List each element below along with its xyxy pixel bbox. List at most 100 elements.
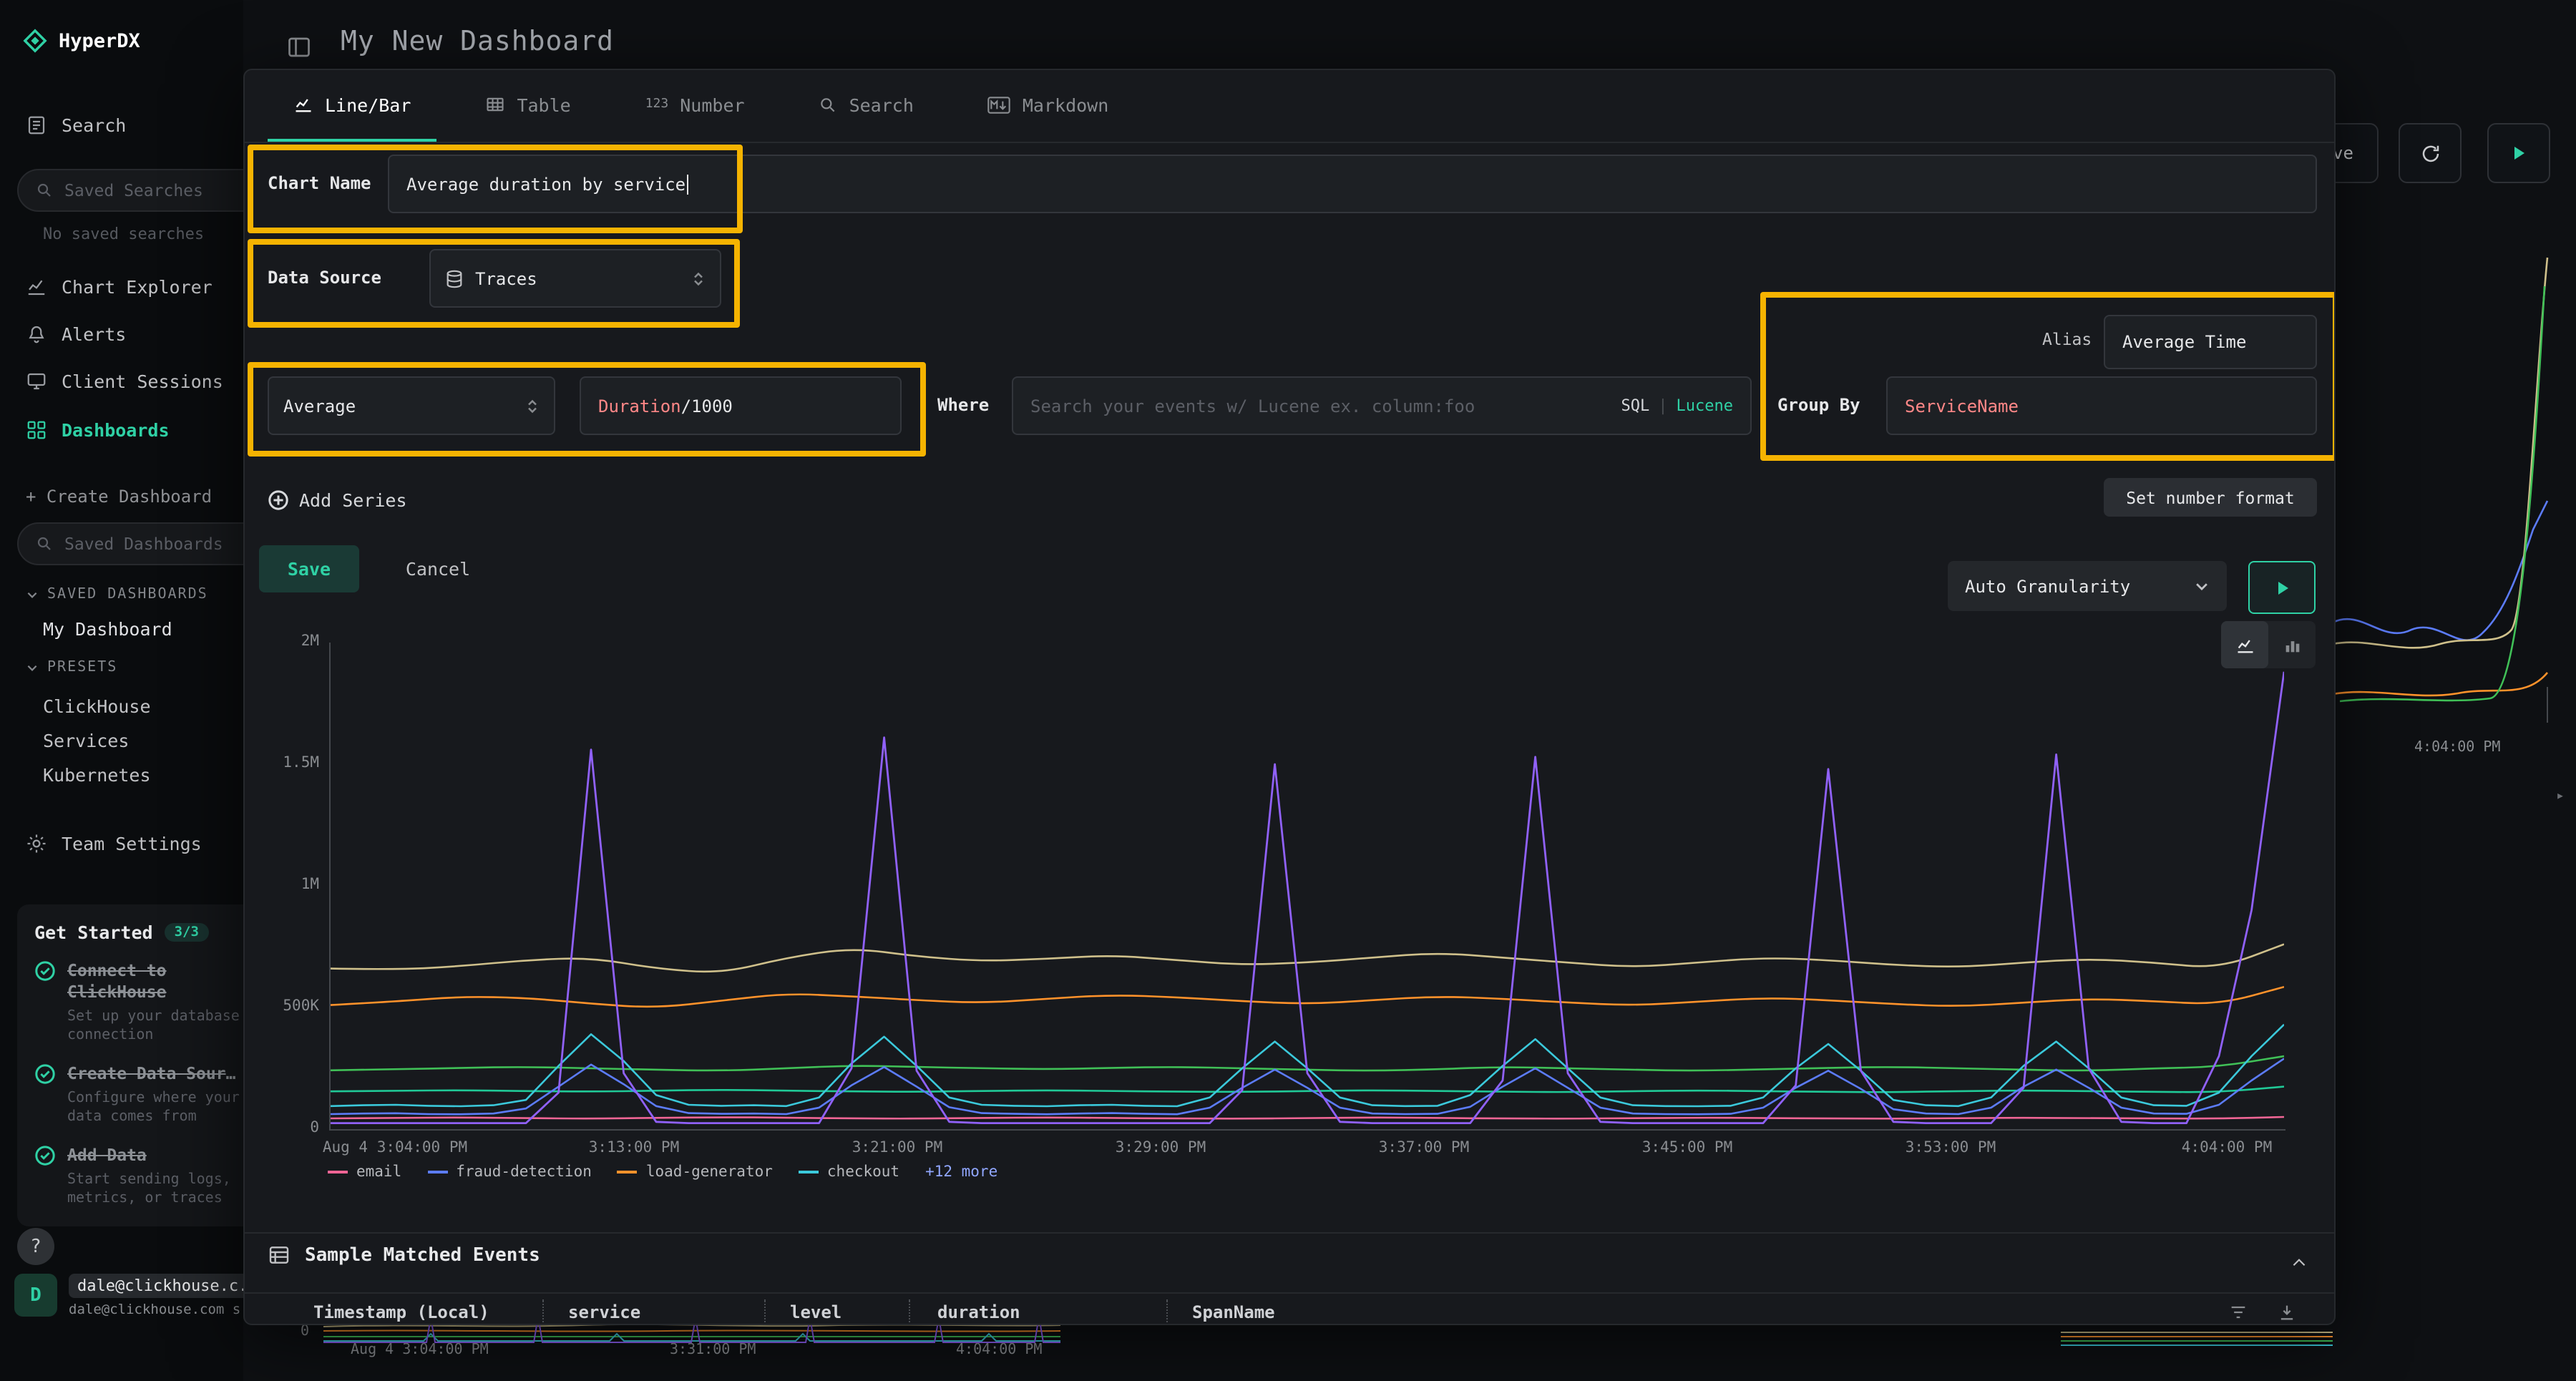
- granularity-select[interactable]: Auto Granularity: [1948, 561, 2227, 611]
- x-axis-label: 3:45:00 PM: [1642, 1139, 1732, 1156]
- tab-number[interactable]: 123 Number: [620, 70, 771, 142]
- background-time-label: 3:31:00 PM: [670, 1342, 756, 1358]
- get-started-item[interactable]: Create Data Source Configure where your …: [34, 1063, 272, 1128]
- filter-icon[interactable]: [2228, 1302, 2248, 1322]
- sample-events-header: Sample Matched Events: [268, 1244, 540, 1267]
- section-label: SAVED DASHBOARDS: [47, 587, 208, 602]
- tab-search[interactable]: Search: [794, 70, 940, 142]
- play-icon: [2510, 145, 2527, 162]
- sidebar-item-client-sessions[interactable]: Client Sessions: [26, 362, 223, 399]
- legend-item[interactable]: load-generator: [618, 1163, 773, 1181]
- group-by-input[interactable]: ServiceName: [1886, 376, 2317, 435]
- lucene-mode-toggle[interactable]: Lucene: [1677, 396, 1734, 415]
- run-chart-button[interactable]: [2248, 561, 2316, 614]
- avatar: D: [14, 1274, 57, 1317]
- legend-label: fraud-detection: [456, 1163, 592, 1181]
- sql-mode-toggle[interactable]: SQL: [1621, 396, 1650, 415]
- legend-item[interactable]: email: [328, 1163, 401, 1181]
- brand[interactable]: HyperDX: [23, 29, 140, 53]
- legend-label: load-generator: [646, 1163, 773, 1181]
- set-number-format-button[interactable]: Set number format: [2104, 478, 2317, 517]
- column-separator: [909, 1299, 910, 1322]
- bar-view-button[interactable]: [2268, 621, 2316, 668]
- chart-editor-modal: Line/Bar Table 123 Number Search: [243, 69, 2336, 1325]
- get-started-item-title: Connect to ClickHouse: [67, 960, 239, 1003]
- sidebar-item-search[interactable]: Search: [26, 106, 126, 143]
- chevron-up-icon: [2289, 1253, 2308, 1272]
- column-header-service[interactable]: service: [568, 1302, 640, 1322]
- no-saved-searches-text: No saved searches: [43, 225, 204, 243]
- sidebar-item-label: Alerts: [62, 323, 126, 344]
- tab-table[interactable]: Table: [459, 70, 596, 142]
- data-source-label: Data Source: [268, 268, 381, 288]
- magnifier-icon: [36, 535, 53, 552]
- help-button[interactable]: ?: [17, 1228, 54, 1265]
- group-by-value: ServiceName: [1905, 396, 2019, 416]
- tab-label: Search: [849, 94, 914, 115]
- user-menu[interactable]: D dale@clickhouse.c... dale@clickhouse.c…: [14, 1274, 275, 1318]
- get-started-item-title: Create Data Source: [67, 1063, 239, 1085]
- sidebar-item-label: Chart Explorer: [62, 275, 213, 297]
- cancel-button[interactable]: Cancel: [388, 545, 488, 592]
- sidebar-item-label: Client Sessions: [62, 370, 223, 391]
- tab-line-bar[interactable]: Line/Bar: [268, 70, 436, 142]
- refresh-icon: [2419, 142, 2441, 164]
- chart-name-input[interactable]: Average duration by service: [388, 155, 2317, 213]
- table-icon: [485, 94, 505, 114]
- aggregation-select[interactable]: Average: [268, 376, 555, 435]
- add-series-button[interactable]: Add Series: [268, 479, 407, 519]
- sidebar-item-dashboards[interactable]: Dashboards: [26, 411, 170, 448]
- column-header-spanname[interactable]: SpanName: [1192, 1302, 1275, 1322]
- sidebar-item-my-dashboard[interactable]: My Dashboard: [43, 618, 172, 640]
- sidebar-item-team-settings[interactable]: Team Settings: [26, 824, 202, 862]
- get-started-item-subtitle: Start sending logs, metrics, or traces: [67, 1171, 270, 1209]
- tab-label: Line/Bar: [325, 94, 411, 115]
- refresh-button[interactable]: [2399, 123, 2462, 183]
- legend-more-link[interactable]: +12 more: [925, 1163, 997, 1181]
- chart-legend: email fraud-detection load-generator che…: [328, 1163, 997, 1181]
- column-header-duration[interactable]: duration: [937, 1302, 1020, 1322]
- run-query-button[interactable]: [2487, 123, 2550, 183]
- where-search-input[interactable]: Search your events w/ Lucene ex. column:…: [1012, 376, 1752, 435]
- alias-input[interactable]: Average Time: [2104, 315, 2317, 369]
- legend-item[interactable]: checkout: [799, 1163, 899, 1181]
- hyperdx-logo-icon: [23, 29, 47, 53]
- get-started-item-subtitle: Configure where your data comes from: [67, 1089, 270, 1128]
- app-root: HyperDX Search Saved Searches No saved s…: [0, 0, 2576, 1381]
- aggregation-value: Average: [283, 396, 356, 416]
- sidebar-item-label: Search: [62, 114, 126, 135]
- column-header-level[interactable]: level: [790, 1302, 841, 1322]
- saved-dashboards-section-toggle[interactable]: SAVED DASHBOARDS: [26, 587, 208, 602]
- line-view-button[interactable]: [2221, 621, 2268, 668]
- data-source-select[interactable]: Traces: [429, 249, 721, 308]
- get-started-item[interactable]: Add Data Start sending logs, metrics, or…: [34, 1145, 272, 1209]
- x-axis-label: 3:21:00 PM: [852, 1139, 942, 1156]
- saved-dashboards-placeholder: Saved Dashboards: [64, 534, 223, 554]
- collapse-section-button[interactable]: [2283, 1246, 2314, 1278]
- granularity-value: Auto Granularity: [1965, 576, 2130, 596]
- sidebar-toggle-icon[interactable]: [286, 34, 312, 60]
- sidebar-item-label: Team Settings: [62, 832, 202, 854]
- chart-area[interactable]: [331, 643, 2284, 1129]
- chevron-down-icon: [26, 661, 39, 674]
- tab-markdown[interactable]: Markdown: [962, 70, 1134, 142]
- tab-label: Number: [680, 94, 744, 115]
- column-header-timestamp[interactable]: Timestamp (Local): [313, 1302, 489, 1322]
- sidebar-item-alerts[interactable]: Alerts: [26, 315, 126, 352]
- sidebar-item-chart-explorer[interactable]: Chart Explorer: [26, 268, 213, 305]
- legend-item[interactable]: fraud-detection: [427, 1163, 592, 1181]
- create-dashboard-button[interactable]: + Create Dashboard: [26, 478, 212, 515]
- sidebar-item-preset-clickhouse[interactable]: ClickHouse: [43, 696, 151, 717]
- y-axis-label: 1.5M: [248, 754, 319, 771]
- chart-view-toggle: [2221, 621, 2316, 668]
- where-label: Where: [937, 395, 989, 415]
- get-started-item-title: Add Data: [67, 1145, 239, 1166]
- legend-swatch: [618, 1171, 638, 1173]
- presets-section-toggle[interactable]: PRESETS: [26, 660, 117, 675]
- get-started-item[interactable]: Connect to ClickHouse Set up your databa…: [34, 960, 272, 1046]
- save-chart-button[interactable]: Save: [259, 545, 359, 592]
- sidebar-item-preset-services[interactable]: Services: [43, 730, 129, 751]
- sidebar-item-preset-kubernetes[interactable]: Kubernetes: [43, 764, 151, 786]
- download-icon[interactable]: [2277, 1302, 2297, 1322]
- field-input[interactable]: Duration/1000: [580, 376, 902, 435]
